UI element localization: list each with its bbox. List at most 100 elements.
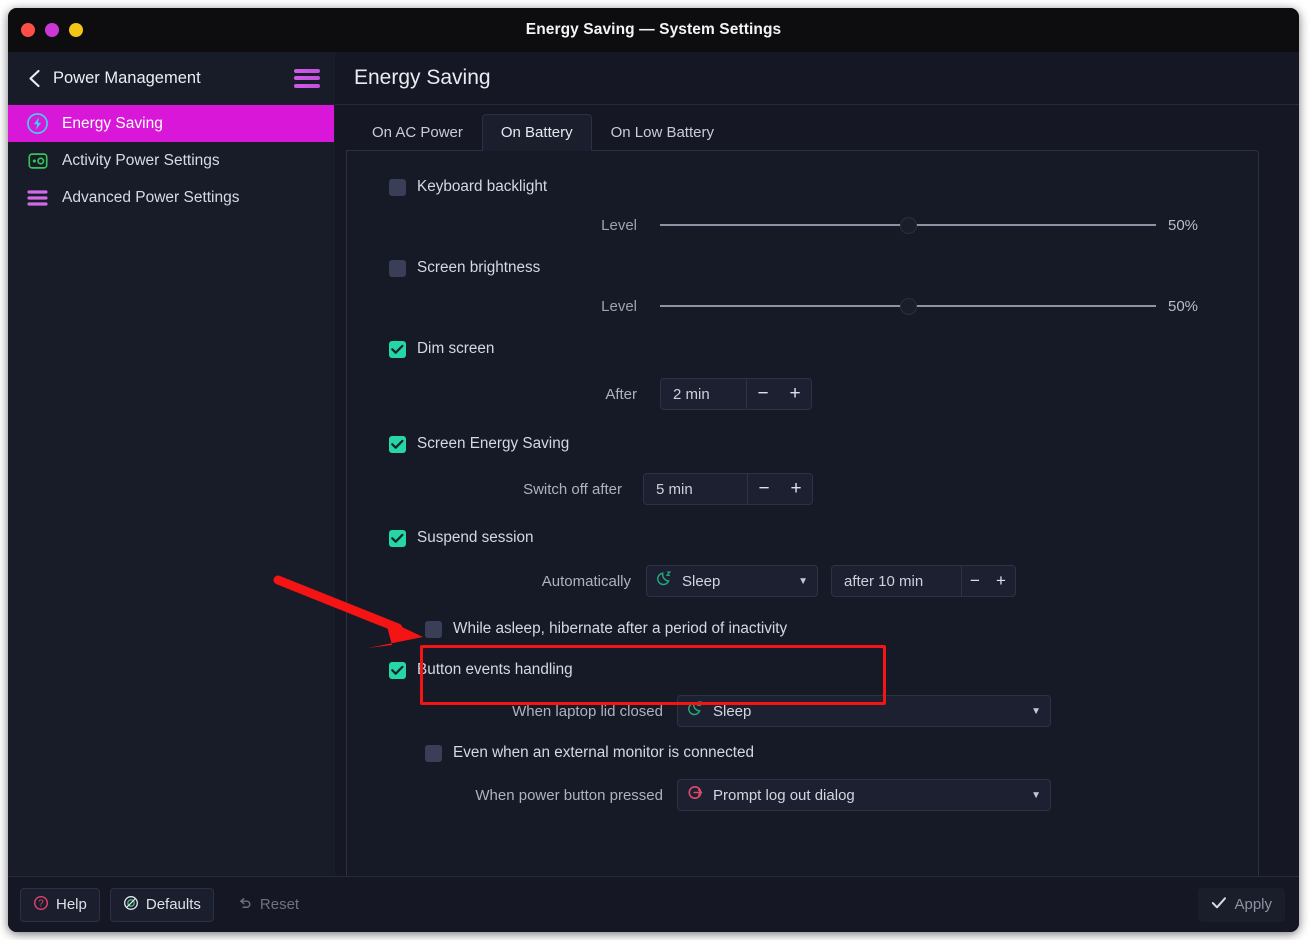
screen-brightness-level-value: 50% [1168, 297, 1199, 315]
power-button-label: When power button pressed [475, 786, 663, 804]
screen-energy-saving-label: Screen Energy Saving [417, 435, 570, 452]
switch-off-after-value[interactable]: 5 min [644, 474, 747, 504]
slider-handle[interactable] [899, 217, 917, 234]
screen-brightness-row: Screen brightness [389, 259, 1228, 277]
dim-screen-after-increment[interactable]: + [779, 379, 811, 409]
close-button[interactable] [21, 23, 35, 37]
dim-screen-after-value[interactable]: 2 min [661, 379, 746, 409]
lid-closed-value: Sleep [713, 702, 752, 720]
spinbox-buttons: − + [747, 474, 812, 504]
moon-sleep-icon [656, 570, 673, 592]
suspend-action-value: Sleep [682, 572, 721, 590]
external-monitor-row: Even when an external monitor is connect… [389, 744, 1228, 762]
keyboard-backlight-row: Keyboard backlight [389, 178, 1228, 196]
suspend-delay-decrement[interactable]: − [962, 566, 988, 596]
keyboard-backlight-label: Keyboard backlight [417, 178, 548, 195]
main-content: Energy Saving On AC Power On Battery On … [8, 52, 1299, 932]
dim-screen-after-spinbox[interactable]: 2 min − + [660, 378, 812, 410]
moon-sleep-icon [687, 700, 704, 722]
keyboard-backlight-level-row: Level 50% [389, 216, 1228, 234]
keyboard-backlight-level-value: 50% [1168, 216, 1199, 234]
reset-button-label: Reset [259, 896, 300, 913]
spinbox-buttons: − + [961, 566, 1014, 596]
apply-button-label: Apply [1234, 896, 1272, 913]
external-monitor-label: Even when an external monitor is connect… [453, 744, 755, 761]
sidebar-item-advanced-power-settings[interactable]: Advanced Power Settings [8, 179, 334, 216]
keyboard-backlight-level-slider[interactable] [660, 216, 1156, 234]
reset-button[interactable]: Reset [224, 888, 312, 922]
switch-off-after-spinbox[interactable]: 5 min − + [643, 473, 813, 505]
svg-text:?: ? [38, 898, 44, 909]
button-events-label: Button events handling [417, 661, 573, 678]
sliders-lines-icon [25, 185, 50, 210]
slider-handle[interactable] [899, 298, 917, 315]
undo-arrow-icon [237, 895, 253, 915]
chevron-down-icon[interactable]: ▼ [1031, 790, 1041, 801]
switch-off-after-row: Switch off after 5 min − + [389, 473, 1228, 505]
dim-screen-after-row: After 2 min − + [389, 378, 1228, 410]
suspend-delay-value[interactable]: after 10 min [832, 566, 961, 596]
sidebar-item-label: Advanced Power Settings [62, 188, 240, 206]
sidebar-item-energy-saving[interactable]: Energy Saving [8, 105, 334, 142]
switch-off-after-label: Switch off after [523, 480, 622, 498]
screen-brightness-level-slider[interactable] [660, 297, 1156, 315]
dim-screen-after-label: After [605, 385, 637, 403]
switch-off-after-decrement[interactable]: − [748, 474, 780, 504]
page-title: Energy Saving [354, 66, 491, 89]
window-title: Energy Saving — System Settings [525, 21, 782, 38]
maximize-button[interactable] [45, 23, 59, 37]
external-monitor-checkbox[interactable] [425, 744, 442, 762]
suspend-delay-increment[interactable]: + [988, 566, 1014, 596]
screen-brightness-label: Screen brightness [417, 259, 541, 276]
chevron-down-icon[interactable]: ▼ [1031, 706, 1041, 717]
tab-on-battery[interactable]: On Battery [481, 114, 592, 151]
logout-power-icon [687, 784, 704, 806]
dim-screen-checkbox[interactable] [389, 340, 406, 358]
lid-closed-combobox[interactable]: Sleep ▼ [677, 695, 1051, 727]
tab-on-low-battery[interactable]: On Low Battery [592, 114, 733, 151]
sidebar-back-label[interactable]: Power Management [53, 69, 284, 88]
keyboard-backlight-checkbox[interactable] [389, 178, 406, 196]
sidebar: Power Management Energy Saving Activity … [8, 52, 335, 932]
defaults-button[interactable]: Defaults [109, 887, 214, 922]
help-button-label: Help [56, 896, 87, 913]
sidebar-header: Power Management [8, 52, 334, 105]
button-events-checkbox[interactable] [389, 661, 406, 679]
apply-button[interactable]: Apply [1198, 887, 1285, 922]
screen-brightness-level-row: Level 50% [389, 297, 1228, 315]
hamburger-menu-icon[interactable] [294, 68, 320, 88]
screen-brightness-checkbox[interactable] [389, 259, 406, 277]
checkmark-icon [1211, 896, 1227, 914]
chevron-down-icon[interactable]: ▼ [798, 576, 808, 587]
tab-bar: On AC Power On Battery On Low Battery [335, 105, 1299, 151]
switch-off-after-increment[interactable]: + [780, 474, 812, 504]
sidebar-item-label: Energy Saving [62, 114, 163, 132]
power-button-value: Prompt log out dialog [713, 786, 855, 804]
screen-energy-saving-checkbox[interactable] [389, 435, 406, 453]
sidebar-list: Energy Saving Activity Power Settings Ad… [8, 105, 334, 216]
suspend-session-checkbox[interactable] [389, 529, 406, 547]
defaults-button-label: Defaults [145, 896, 201, 913]
hibernate-row: While asleep, hibernate after a period o… [389, 620, 1228, 638]
screen-energy-saving-row: Screen Energy Saving [389, 435, 1228, 453]
settings-panel: Keyboard backlight Level 50% Screen brig… [346, 150, 1259, 932]
tab-on-ac-power[interactable]: On AC Power [353, 114, 482, 151]
hibernate-checkbox[interactable] [425, 620, 442, 638]
chevron-left-icon[interactable] [25, 69, 43, 87]
application-window: Energy Saving — System Settings Power Ma… [8, 8, 1299, 932]
help-question-icon: ? [33, 895, 49, 915]
dim-screen-after-decrement[interactable]: − [747, 379, 779, 409]
minimize-button[interactable] [69, 23, 83, 37]
spinbox-buttons: − + [746, 379, 811, 409]
help-button[interactable]: ? Help [20, 887, 100, 922]
automatically-row: Automatically Sleep ▼ after 10 min − + [389, 565, 1228, 597]
suspend-delay-spinbox[interactable]: after 10 min − + [831, 565, 1016, 597]
button-events-row: Button events handling [389, 661, 1228, 679]
suspend-action-combobox[interactable]: Sleep ▼ [646, 565, 818, 597]
footer-toolbar: ? Help Defaults Reset Apply [8, 876, 1299, 932]
suspend-session-row: Suspend session [389, 529, 1228, 547]
power-button-combobox[interactable]: Prompt log out dialog ▼ [677, 779, 1051, 811]
dim-screen-row: Dim screen [389, 340, 1228, 358]
screen-brightness-level-label: Level [601, 297, 637, 315]
sidebar-item-activity-power-settings[interactable]: Activity Power Settings [8, 142, 334, 179]
